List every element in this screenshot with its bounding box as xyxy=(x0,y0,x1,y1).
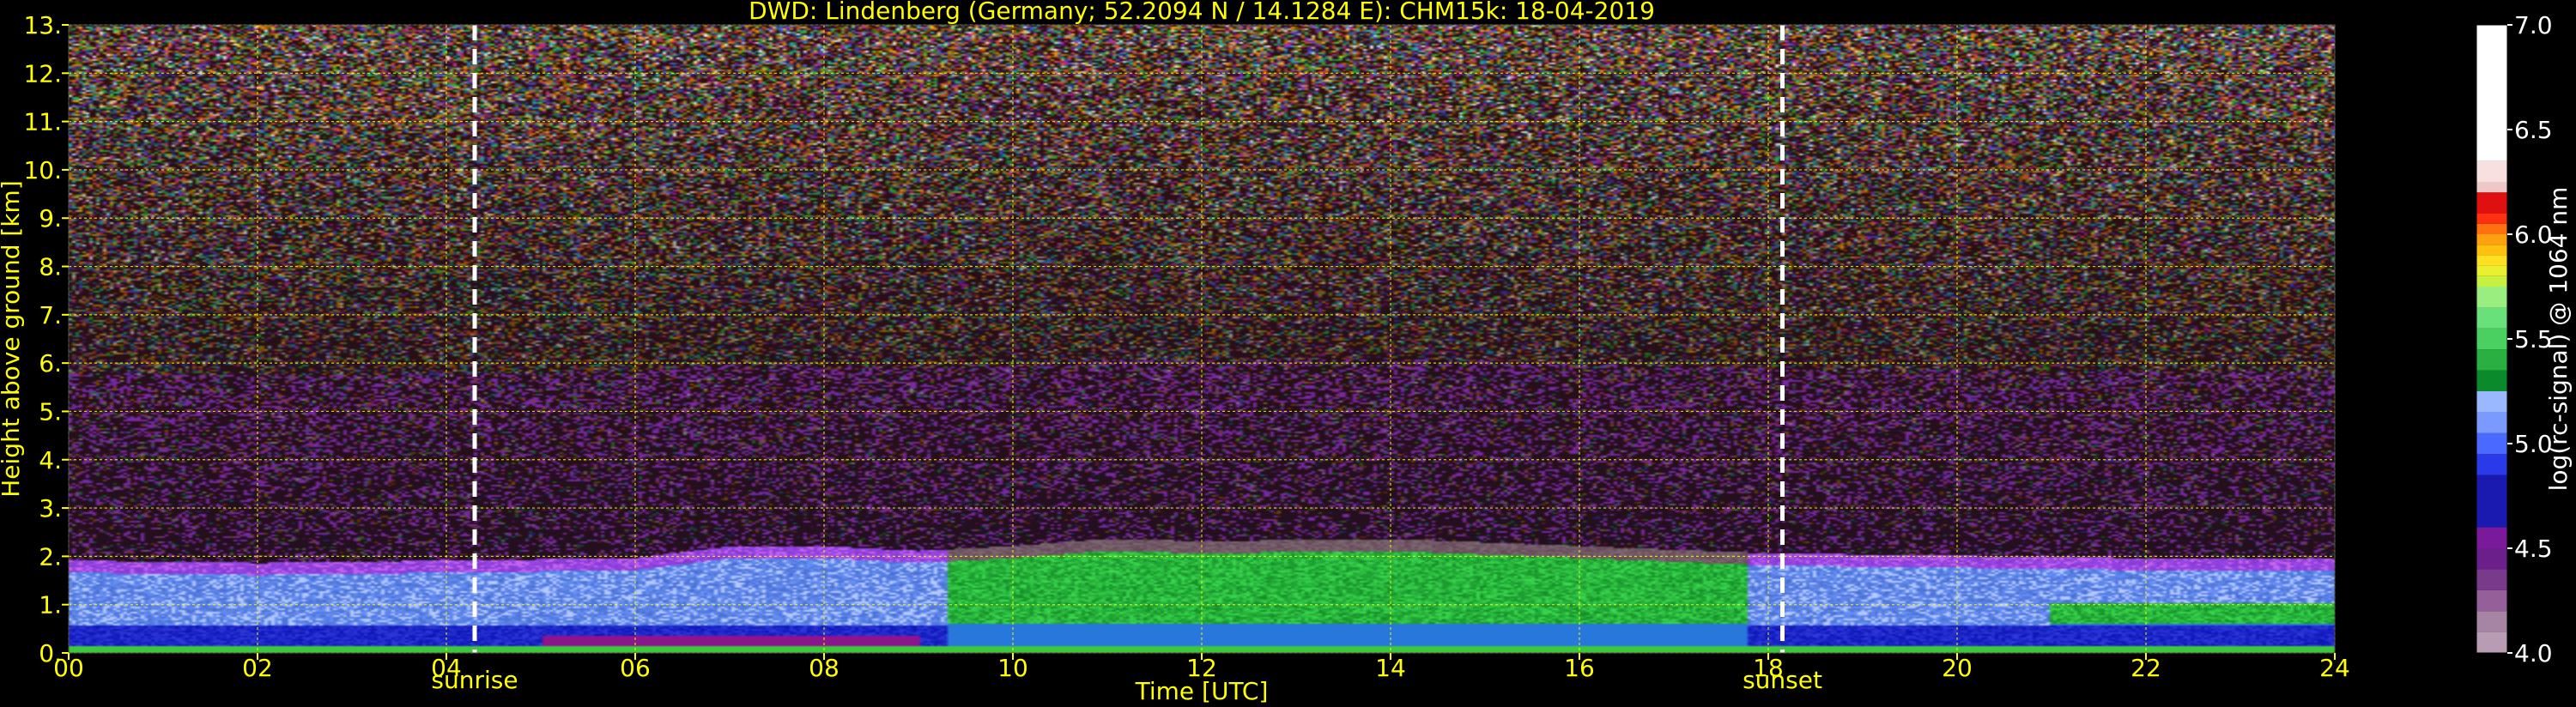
colorbar-tick-label: 6.5 xyxy=(2514,116,2553,144)
colorbar-segment xyxy=(2476,569,2507,590)
colorbar-segment xyxy=(2476,328,2507,350)
colorbar-segment xyxy=(2476,474,2507,528)
y-tick-label: 7. xyxy=(39,301,62,329)
x-tick-label: 24 xyxy=(2319,654,2350,682)
y-tick-label: 3. xyxy=(39,494,62,523)
y-tick-label: 1. xyxy=(39,591,62,619)
colorbar-segment xyxy=(2476,265,2507,276)
colorbar-tick-label: 4.5 xyxy=(2514,535,2553,563)
plot-area xyxy=(68,24,2336,654)
colorbar-segment xyxy=(2476,548,2507,570)
colorbar-segment xyxy=(2476,275,2507,287)
colorbar-segment xyxy=(2476,25,2507,161)
x-tick-label: 02 xyxy=(242,654,273,682)
colorbar xyxy=(2476,24,2508,654)
y-tick-label: 11. xyxy=(23,108,62,136)
y-tick-label: 4. xyxy=(39,446,62,474)
x-tick-label: 20 xyxy=(1942,654,1973,682)
colorbar-segment xyxy=(2476,391,2507,413)
colorbar-segment xyxy=(2476,255,2507,266)
colorbar-segment xyxy=(2476,223,2507,234)
sunrise-label: sunrise xyxy=(431,666,518,694)
y-tick-label: 12. xyxy=(23,59,62,88)
colorbar-segment xyxy=(2476,182,2507,193)
y-tick-label: 8. xyxy=(39,253,62,281)
colorbar-segment xyxy=(2476,432,2507,455)
colorbar-segment xyxy=(2476,234,2507,245)
y-tick-label: 5. xyxy=(39,397,62,426)
x-axis-label: Time [UTC] xyxy=(1135,677,1269,705)
x-tick-label: 08 xyxy=(809,654,839,682)
x-tick-label: 16 xyxy=(1564,654,1595,682)
colorbar-tick-label: 4.0 xyxy=(2514,639,2553,668)
y-tick-label: 10. xyxy=(23,156,62,184)
colorbar-segment xyxy=(2476,192,2507,214)
colorbar-segment xyxy=(2476,631,2507,653)
y-tick-label: 2. xyxy=(39,542,62,571)
colorbar-segment xyxy=(2476,160,2507,182)
y-tick-label: 9. xyxy=(39,204,62,233)
y-tick-label: 13. xyxy=(23,11,62,39)
colorbar-segment xyxy=(2476,307,2507,329)
colorbar-segment xyxy=(2476,611,2507,632)
x-tick-label: 00 xyxy=(53,654,84,682)
colorbar-segment xyxy=(2476,287,2507,308)
colorbar-segment xyxy=(2476,412,2507,433)
x-tick-label: 06 xyxy=(620,654,651,682)
x-tick-label: 10 xyxy=(997,654,1028,682)
colorbar-tick-label: 7.0 xyxy=(2514,11,2553,39)
colorbar-segment xyxy=(2476,213,2507,224)
x-tick-label: 22 xyxy=(2131,654,2161,682)
y-axis-label: Height above ground [km] xyxy=(0,180,25,498)
colorbar-segment xyxy=(2476,454,2507,475)
colorbar-segment xyxy=(2476,370,2507,391)
x-tick-label: 14 xyxy=(1375,654,1406,682)
chart-title: DWD: Lindenberg (Germany; 52.2094 N / 14… xyxy=(749,0,1655,25)
ceilometer-chart: DWD: Lindenberg (Germany; 52.2094 N / 14… xyxy=(0,0,2576,707)
colorbar-segment xyxy=(2476,349,2507,371)
y-tick-label: 6. xyxy=(39,349,62,378)
colorbar-segment xyxy=(2476,527,2507,548)
colorbar-label: log(rc-signal) @ 1064 nm xyxy=(2544,187,2573,492)
sunset-label: sunset xyxy=(1743,666,1822,694)
colorbar-segment xyxy=(2476,245,2507,256)
colorbar-segment xyxy=(2476,589,2507,612)
